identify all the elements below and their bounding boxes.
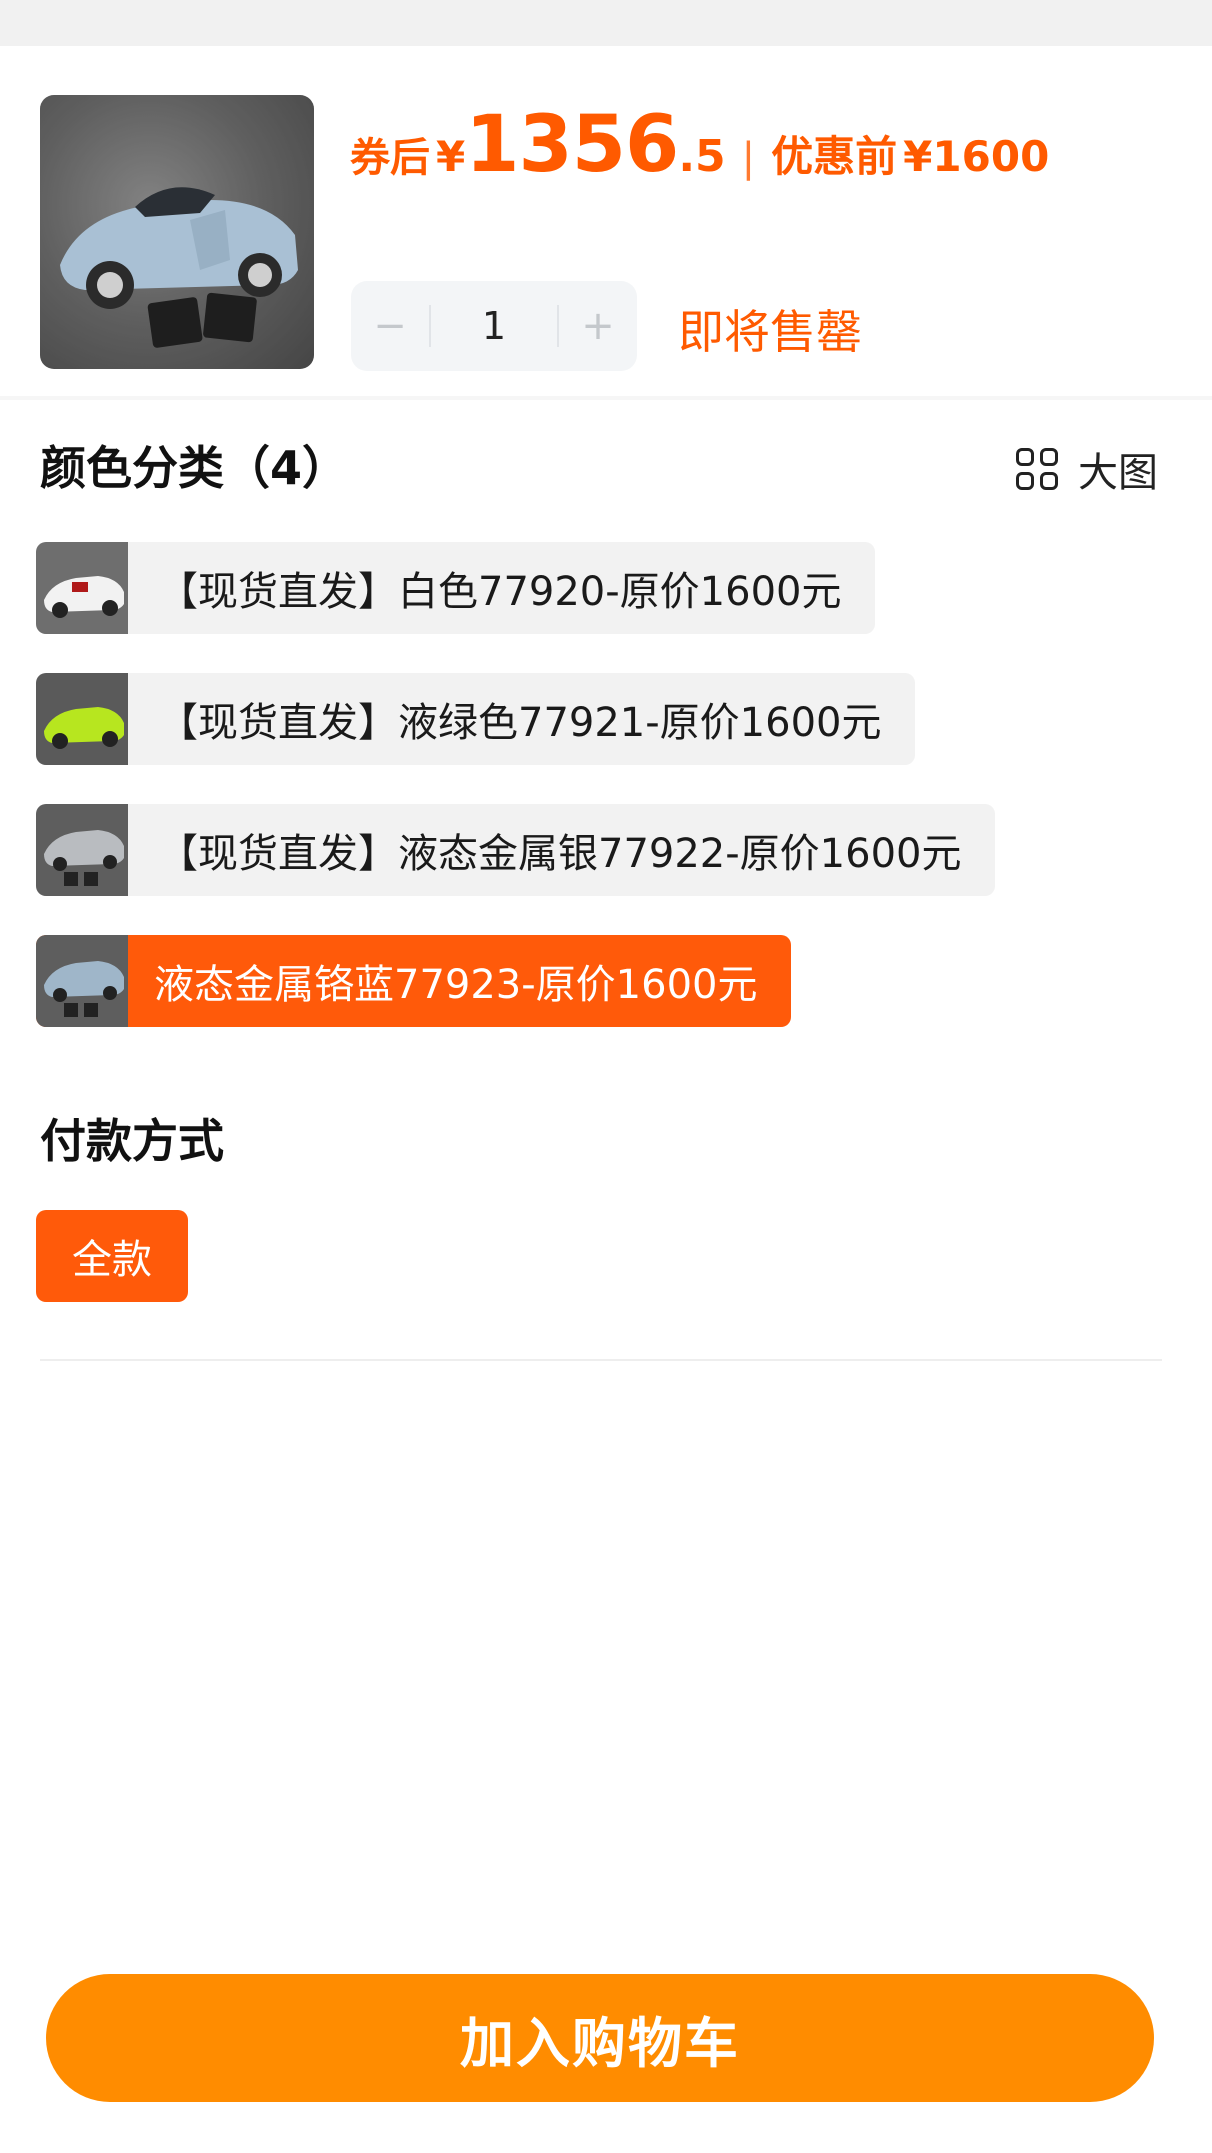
coupon-price-label: 券后 bbox=[350, 135, 430, 181]
section-divider bbox=[0, 396, 1212, 400]
coupon-price-decimal: .5 bbox=[678, 131, 726, 182]
option-thumbnail bbox=[36, 673, 128, 765]
color-option-green[interactable]: 【现货直发】液绿色77921-原价1600元 bbox=[36, 673, 916, 765]
color-section-title: 颜色分类（4） bbox=[40, 441, 349, 495]
payment-option-full[interactable]: 全款 bbox=[36, 1210, 188, 1302]
original-price: 1600 bbox=[932, 132, 1050, 181]
product-image[interactable] bbox=[40, 95, 314, 369]
currency-symbol: ¥ bbox=[436, 132, 466, 181]
option-label: 【现货直发】液态金属银77922-原价1600元 bbox=[158, 831, 962, 877]
increase-button[interactable]: + bbox=[559, 281, 637, 371]
car-illustration bbox=[40, 95, 314, 369]
big-view-toggle[interactable]: 大图 bbox=[1016, 440, 1158, 498]
coupon-price-integer: 1356 bbox=[465, 100, 679, 190]
divider-line bbox=[40, 1359, 1162, 1361]
option-label: 【现货直发】白色77920-原价1600元 bbox=[158, 569, 842, 615]
original-price-label: 优惠前 bbox=[771, 132, 898, 181]
color-option-chrome-blue[interactable]: 液态金属铬蓝77923-原价1600元 bbox=[36, 935, 792, 1027]
option-thumbnail bbox=[36, 804, 128, 896]
add-to-cart-button[interactable]: 加入购物车 bbox=[46, 1974, 1154, 2102]
decrease-button[interactable]: − bbox=[351, 281, 429, 371]
color-option-silver[interactable]: 【现货直发】液态金属银77922-原价1600元 bbox=[36, 804, 996, 896]
stock-status: 即将售罄 bbox=[678, 305, 862, 359]
top-gap bbox=[0, 0, 1212, 46]
color-option-white[interactable]: 【现货直发】白色77920-原价1600元 bbox=[36, 542, 876, 634]
price-divider: | bbox=[741, 135, 756, 181]
option-thumbnail bbox=[36, 542, 128, 634]
big-view-label: 大图 bbox=[1078, 450, 1158, 496]
quantity-value[interactable]: 1 bbox=[431, 304, 557, 348]
original-currency-symbol: ¥ bbox=[903, 132, 933, 181]
grid-icon bbox=[1016, 448, 1058, 490]
price-row: 券后 ¥ 1356 .5 | 优惠前 ¥ 1600 bbox=[350, 100, 1049, 190]
payment-section-title: 付款方式 bbox=[40, 1114, 224, 1168]
option-label: 液态金属铬蓝77923-原价1600元 bbox=[154, 962, 758, 1008]
option-label: 【现货直发】液绿色77921-原价1600元 bbox=[158, 700, 882, 746]
option-thumbnail bbox=[36, 935, 128, 1027]
quantity-stepper: − 1 + bbox=[351, 281, 637, 371]
